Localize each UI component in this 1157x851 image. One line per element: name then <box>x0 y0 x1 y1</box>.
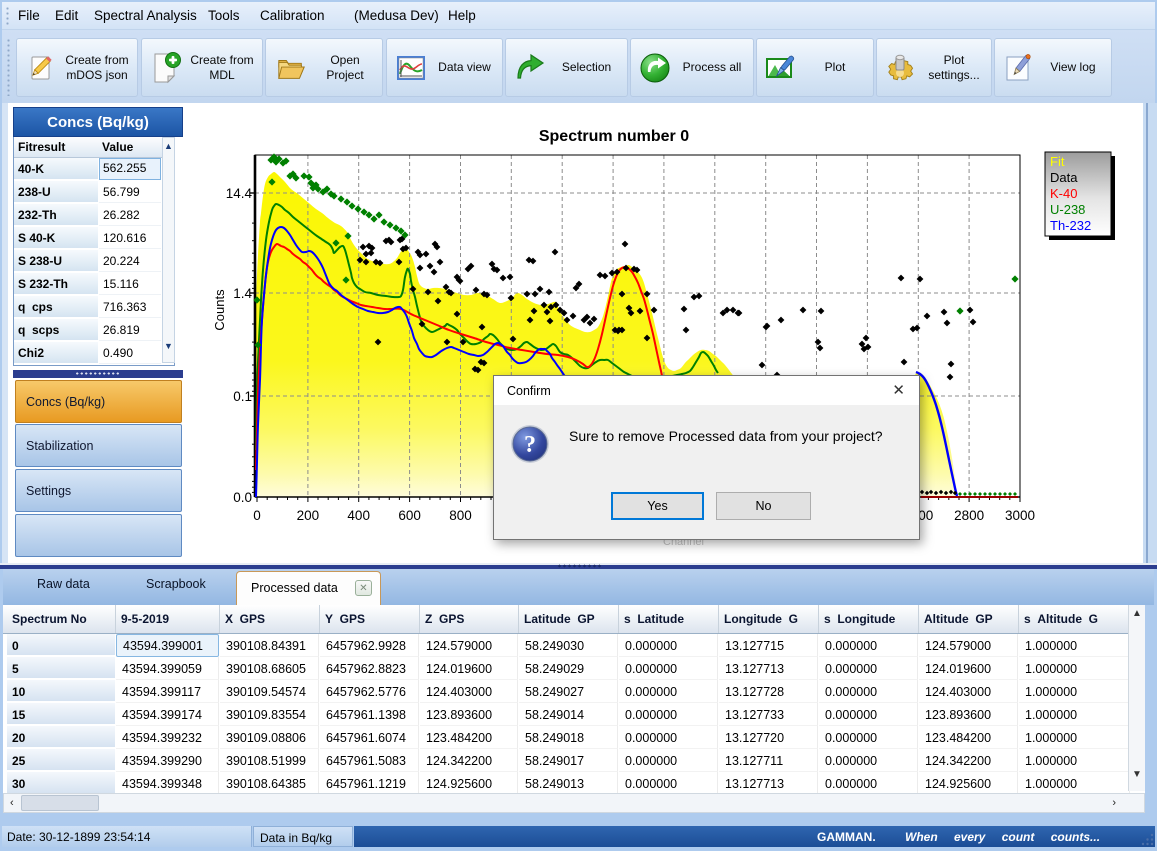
svg-text:Spectrum number 0: Spectrum number 0 <box>539 128 689 145</box>
svg-text:0.0: 0.0 <box>233 490 252 505</box>
svg-text:Th-232: Th-232 <box>1050 218 1091 233</box>
svg-text:Data: Data <box>1050 170 1078 185</box>
svg-text:Counts: Counts <box>212 289 227 331</box>
svg-text:600: 600 <box>398 508 421 523</box>
svg-text:0.1: 0.1 <box>233 389 252 404</box>
svg-text:U-238: U-238 <box>1050 202 1085 217</box>
svg-text:2800: 2800 <box>954 508 984 523</box>
svg-text:0: 0 <box>253 508 261 523</box>
svg-text:?: ? <box>524 432 536 458</box>
svg-text:1.4: 1.4 <box>233 286 252 301</box>
svg-text:K-40: K-40 <box>1050 186 1077 201</box>
svg-text:200: 200 <box>297 508 320 523</box>
svg-text:800: 800 <box>449 508 472 523</box>
svg-text:14.4: 14.4 <box>226 186 253 201</box>
svg-text:Fit: Fit <box>1050 154 1065 169</box>
svg-text:400: 400 <box>347 508 370 523</box>
svg-text:3000: 3000 <box>1005 508 1035 523</box>
